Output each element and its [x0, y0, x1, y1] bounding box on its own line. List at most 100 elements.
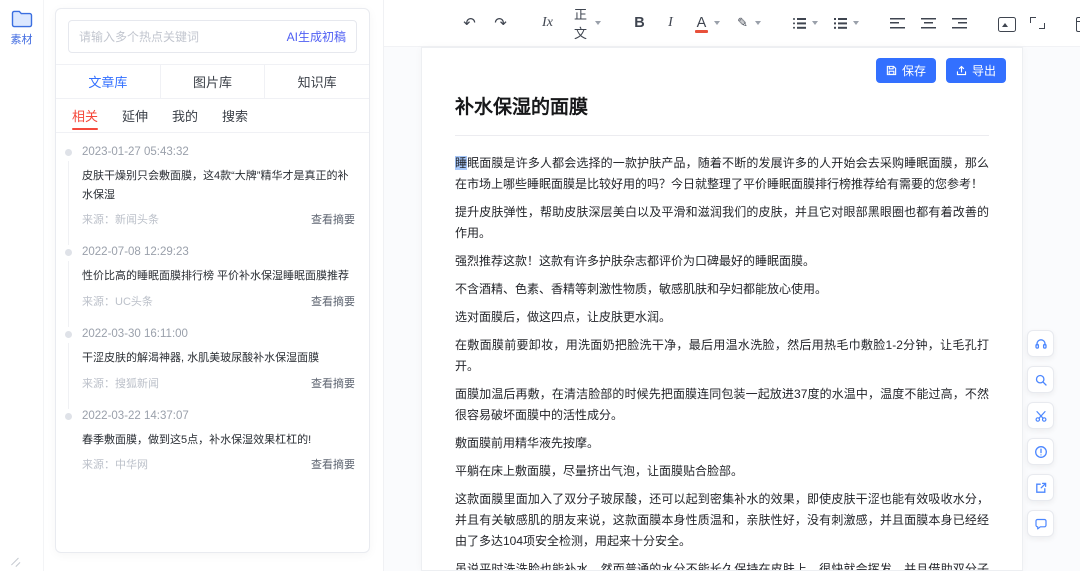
article-time: 2022-03-30 16:11:00	[82, 328, 188, 341]
doc-paragraph[interactable]: 不含酒精、色素、香精等刺激性物质，敏感肌肤和孕妇都能放心使用。	[455, 279, 989, 300]
customer-service-button[interactable]	[1027, 330, 1054, 357]
magnifier-icon	[1035, 374, 1047, 386]
keyword-input[interactable]	[79, 29, 279, 44]
align-right-button[interactable]	[947, 12, 972, 34]
ordered-list-button[interactable]	[828, 12, 863, 34]
doc-paragraph[interactable]: 平躺在床上敷面膜，尽量挤出气泡，让面膜贴合脸部。	[455, 461, 989, 482]
doc-paragraph[interactable]: 提升皮肤弹性，帮助皮肤深层美白以及平滑和滋润我们的皮肤，并且它对眼部黑眼圈也都有…	[455, 202, 989, 244]
view-summary-link[interactable]: 查看摘要	[311, 293, 355, 309]
document-body[interactable]: 睡眠面膜是许多人都会选择的一款护肤产品，随着不断的发展许多的人开始会去采购睡眠面…	[455, 153, 989, 570]
highlight-icon: ✎	[737, 15, 748, 30]
article-title[interactable]: 性价比高的睡眠面膜排行榜 平价补水保湿睡眠面膜推荐	[82, 267, 355, 286]
article-meta: 来源：新闻头条 查看摘要	[82, 211, 355, 227]
sidebar-item-material[interactable]: 素材	[0, 0, 43, 47]
doc-paragraph[interactable]: 选对面膜后，做这四点，让皮肤更水润。	[455, 307, 989, 328]
highlight-button[interactable]: ✎	[730, 12, 765, 34]
bold-icon: B	[634, 15, 645, 31]
doc-paragraph[interactable]: 这款面膜里面加入了双分子玻尿酸，还可以起到密集补水的效果，即使皮肤干涩也能有效吸…	[455, 489, 989, 552]
chat-bubble-icon	[1034, 518, 1047, 529]
chevron-down-icon	[755, 21, 762, 25]
tab-articles[interactable]: 文章库	[56, 65, 161, 98]
align-left-icon	[889, 15, 906, 31]
align-left-button[interactable]	[885, 12, 910, 34]
search-bar: AI生成初稿	[68, 20, 357, 53]
document-content: 补水保湿的面膜 睡眠面膜是许多人都会选择的一款护肤产品，随着不断的发展许多的人开…	[422, 48, 1022, 570]
table-button[interactable]	[1072, 12, 1080, 34]
editor-toolbar: ↶ ↷ Ix 正文 B I A ✎	[384, 0, 1080, 47]
italic-button[interactable]: I	[658, 12, 683, 34]
bold-button[interactable]: B	[627, 12, 652, 34]
clip-button[interactable]	[1027, 402, 1054, 429]
image-icon	[998, 15, 1017, 32]
clear-format-icon: Ix	[542, 15, 553, 30]
resize-grip	[10, 557, 22, 567]
article-meta: 来源：UC头条 查看摘要	[82, 293, 355, 309]
article-time: 2023-01-27 05:43:32	[82, 146, 189, 158]
subtab-mine[interactable]: 我的	[172, 98, 198, 133]
article-item: 2022-03-30 16:11:00 干涩皮肤的解渴神器, 水肌美玻尿酸补水保湿…	[56, 319, 369, 409]
tab-images[interactable]: 图片库	[161, 65, 266, 98]
fullscreen-button[interactable]	[1025, 12, 1050, 34]
view-summary-link[interactable]: 查看摘要	[311, 211, 355, 227]
document-page: 保存 导出 补水保湿的面膜 睡眠面膜是许多人都会选择的一款护肤产品，随着不断的发…	[421, 47, 1023, 571]
view-summary-link[interactable]: 查看摘要	[311, 375, 355, 391]
chevron-down-icon	[812, 21, 819, 25]
article-time: 2022-03-22 14:37:07	[82, 409, 189, 422]
article-source: 来源：新闻头条	[82, 214, 159, 227]
doc-paragraph[interactable]: 睡眠面膜是许多人都会选择的一款护肤产品，随着不断的发展许多的人开始会去采购睡眠面…	[455, 153, 989, 195]
article-title[interactable]: 皮肤干燥别只会敷面膜，这4款“大牌”精华才是真正的补水保湿	[82, 167, 355, 204]
doc-paragraph[interactable]: 面膜加温后再敷，在清洁脸部的时候先把面膜连同包装一起放进37度的水温中，温度不能…	[455, 384, 989, 426]
timeline-dot-icon	[65, 149, 72, 156]
timeline-dot-icon	[65, 331, 72, 339]
save-disk-icon	[886, 65, 897, 76]
doc-paragraph[interactable]: 强烈推荐这款！这款有许多护肤杂志都评价为口碑最好的睡眠面膜。	[455, 251, 989, 272]
doc-paragraph[interactable]: 虽说平时洗洗脸也能补水，然而普通的水分不能长久保持在皮肤上，很快就会挥发，并且借…	[455, 559, 989, 570]
undo-button[interactable]: ↶	[457, 12, 482, 34]
feedback-button[interactable]	[1027, 510, 1054, 537]
align-center-button[interactable]	[916, 12, 941, 34]
library-tabs: 文章库 图片库 知识库	[56, 64, 369, 99]
tab-knowledge[interactable]: 知识库	[265, 65, 369, 98]
bullet-list-button[interactable]	[787, 12, 822, 34]
scissors-icon	[1034, 410, 1047, 422]
table-icon	[1076, 15, 1080, 32]
italic-icon: I	[668, 15, 673, 30]
paragraph-style-label: 正文	[574, 7, 588, 41]
article-item: 2022-03-22 14:37:07 春季敷面膜，做到这5点，补水保湿效果杠杠的…	[56, 401, 369, 483]
export-button[interactable]: 导出	[945, 58, 1006, 83]
article-item: 2023-01-27 05:43:32 皮肤干燥别只会敷面膜，这4款“大牌”精华才…	[56, 137, 369, 246]
subtab-related[interactable]: 相关	[72, 98, 99, 133]
search-button[interactable]	[1027, 366, 1054, 393]
document-title[interactable]: 补水保湿的面膜	[455, 92, 989, 119]
timeline-dot-icon	[65, 412, 72, 420]
editor-area: ↶ ↷ Ix 正文 B I A ✎ 保存 导出 补水保湿的面膜 睡眠面膜是许多人…	[383, 0, 1080, 571]
doc-paragraph[interactable]: 在敷面膜前要卸妆，用洗面奶把脸洗干净，最后用温水洗脸，然后用热毛巾敷脸1-2分钟…	[455, 335, 989, 377]
font-color-button[interactable]: A	[689, 12, 724, 34]
filter-subtabs: 相关 延伸 我的 搜索	[56, 99, 369, 133]
view-summary-link[interactable]: 查看摘要	[311, 456, 355, 472]
article-title[interactable]: 干涩皮肤的解渴神器, 水肌美玻尿酸补水保湿面膜	[82, 349, 355, 368]
paragraph-style-select[interactable]: 正文	[566, 1, 605, 45]
sidebar-item-label: 素材	[10, 34, 33, 46]
save-button[interactable]: 保存	[875, 58, 936, 83]
subtab-extend[interactable]: 延伸	[122, 98, 148, 133]
image-button[interactable]	[994, 12, 1019, 34]
clear-format-button[interactable]: Ix	[535, 12, 560, 34]
doc-paragraph[interactable]: 敷面膜前用精华液先按摩。	[455, 433, 989, 454]
article-source: 来源：中华网	[82, 459, 148, 472]
mini-sidebar: 素材	[0, 0, 44, 571]
article-source: 来源：UC头条	[82, 296, 153, 309]
alert-button[interactable]	[1027, 438, 1054, 465]
timeline-dot-icon	[65, 249, 72, 257]
exclamation-icon	[1034, 445, 1047, 458]
redo-button[interactable]: ↷	[488, 12, 513, 34]
ordered-list-icon	[832, 15, 849, 31]
ai-generate-button[interactable]: AI生成初稿	[287, 28, 346, 45]
share-button[interactable]	[1027, 474, 1054, 501]
folder-icon	[11, 10, 32, 28]
chevron-down-icon	[853, 21, 860, 25]
share-icon	[1035, 482, 1046, 493]
subtab-search[interactable]: 搜索	[222, 98, 248, 133]
article-title[interactable]: 春季敷面膜，做到这5点，补水保湿效果杠杠的!	[82, 431, 355, 450]
chevron-down-icon	[595, 21, 602, 25]
